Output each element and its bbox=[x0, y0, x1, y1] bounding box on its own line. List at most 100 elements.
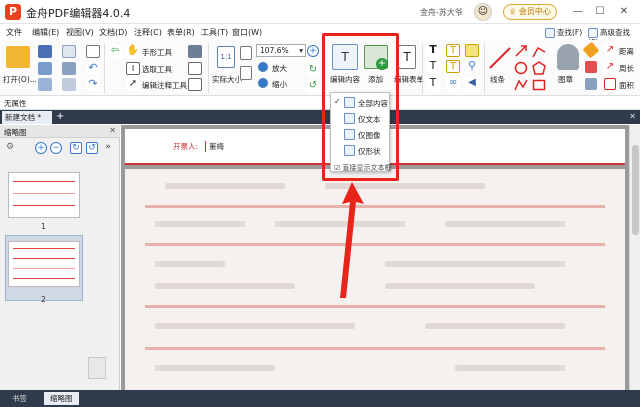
zoom-in-thumb-icon[interactable]: + bbox=[35, 142, 47, 154]
tab-bookmarks[interactable]: 书签 bbox=[6, 392, 33, 405]
panel-close-icon[interactable]: ✕ bbox=[109, 126, 116, 135]
find-button[interactable]: 查找(F) bbox=[545, 27, 582, 38]
close-button[interactable]: ✕ bbox=[616, 4, 632, 20]
divider bbox=[484, 44, 485, 94]
thumb-line bbox=[13, 181, 75, 182]
document-page bbox=[125, 169, 625, 390]
rotate-back-icon[interactable]: ↺ bbox=[307, 80, 319, 92]
vip-center-button[interactable]: ♕ 会员中心 bbox=[503, 4, 557, 20]
menu-file[interactable]: 文件 bbox=[6, 27, 22, 38]
menu-comment[interactable]: 注释(C) bbox=[134, 27, 162, 38]
chevron-down-icon: ▾ bbox=[299, 46, 303, 55]
fit-width-icon[interactable] bbox=[240, 66, 252, 80]
polyline-tool-icon[interactable] bbox=[532, 44, 546, 58]
perimeter-button[interactable]: 周长 bbox=[619, 63, 634, 74]
highlight-text-icon[interactable]: T bbox=[446, 60, 460, 73]
ribbon-toolbar: 打开(O)... ↶ ↷ ⇦ ✋ 手形工具 I 选取工具 ➚ 编辑注释工具 1:… bbox=[0, 40, 640, 96]
actual-size-button[interactable]: 实际大小 bbox=[212, 74, 242, 85]
page-thumbnail-1[interactable] bbox=[8, 172, 80, 218]
open-button[interactable]: 打开(O)... bbox=[3, 74, 37, 85]
folder-icon[interactable] bbox=[6, 46, 30, 68]
save-icon[interactable] bbox=[38, 45, 52, 58]
zoom-select[interactable]: 107.6% ▾ bbox=[256, 44, 306, 57]
divider bbox=[208, 44, 209, 94]
menu-window[interactable]: 窗口(W) bbox=[232, 27, 262, 38]
ruler-icon[interactable] bbox=[585, 78, 597, 90]
vip-label: 会员中心 bbox=[518, 7, 551, 16]
minimize-button[interactable]: — bbox=[570, 4, 586, 20]
polygon-line-icon[interactable] bbox=[514, 78, 528, 92]
scan-icon[interactable] bbox=[62, 78, 76, 91]
user-name[interactable]: 金舟-苏大爷 bbox=[420, 7, 463, 18]
circle-tool-icon[interactable] bbox=[514, 61, 528, 75]
menu-form[interactable]: 表单(R) bbox=[167, 27, 195, 38]
undo-icon[interactable]: ↶ bbox=[86, 62, 100, 75]
select-tool-button[interactable]: 选取工具 bbox=[142, 64, 172, 75]
fit-page-icon[interactable] bbox=[240, 46, 252, 60]
distance-icon: ↗ bbox=[604, 44, 616, 56]
red-arrow-icon bbox=[340, 182, 364, 298]
rotate-thumb-icon[interactable]: ↻ bbox=[70, 142, 82, 154]
vertical-scrollbar[interactable] bbox=[629, 125, 640, 390]
pentagon-tool-icon[interactable] bbox=[532, 61, 546, 75]
zoom-value: 107.6% bbox=[260, 46, 289, 55]
area-button[interactable]: 面积 bbox=[619, 80, 634, 91]
menu-edit[interactable]: 编辑(E) bbox=[32, 27, 59, 38]
maximize-button[interactable]: ☐ bbox=[592, 4, 608, 20]
arrow-tool-icon[interactable] bbox=[514, 44, 528, 58]
eraser-icon[interactable] bbox=[585, 61, 597, 73]
save-as-icon[interactable] bbox=[38, 62, 52, 75]
distance-button[interactable]: 距离 bbox=[619, 46, 634, 57]
scrollbar-thumb[interactable] bbox=[632, 145, 639, 235]
stamp-button[interactable]: 图章 bbox=[558, 74, 573, 85]
snapshot-icon[interactable] bbox=[188, 78, 202, 91]
zoom-out-thumb-icon[interactable]: − bbox=[50, 142, 62, 154]
sound-icon[interactable]: ◀ bbox=[465, 77, 479, 90]
text-tool-icon[interactable]: T bbox=[426, 44, 440, 57]
chevron-double-down-icon[interactable]: » bbox=[102, 142, 114, 154]
blurred-rule bbox=[145, 347, 605, 350]
page-thumbnail-2[interactable] bbox=[8, 241, 80, 287]
back-icon[interactable]: ⇦ bbox=[108, 45, 122, 58]
zoom-out-button[interactable]: 缩小 bbox=[272, 79, 287, 90]
camera-icon[interactable] bbox=[188, 45, 202, 58]
add-tab-button[interactable]: + bbox=[56, 111, 64, 123]
close-tab-icon[interactable]: ✕ bbox=[629, 111, 636, 123]
crown-icon: ♕ bbox=[509, 7, 517, 16]
menu-document[interactable]: 文档(D) bbox=[99, 27, 127, 38]
zoom-in-button[interactable]: 放大 bbox=[272, 63, 287, 74]
text-box-icon[interactable]: T bbox=[426, 60, 440, 73]
tab-thumbnails[interactable]: 缩略图 bbox=[44, 392, 79, 405]
gear-icon[interactable]: ⚙ bbox=[4, 142, 16, 154]
blurred-rule bbox=[145, 305, 605, 308]
print-icon[interactable] bbox=[62, 62, 76, 75]
hand-tool-button[interactable]: 手形工具 bbox=[142, 47, 172, 58]
link-icon[interactable]: ∞ bbox=[446, 77, 460, 90]
zoom-plus-icon[interactable]: + bbox=[307, 45, 319, 57]
callout-icon[interactable]: T bbox=[426, 77, 440, 90]
typewriter-icon[interactable]: T bbox=[446, 44, 460, 57]
mail-icon[interactable] bbox=[62, 45, 76, 58]
rectangle-tool-icon[interactable] bbox=[532, 78, 546, 92]
property-label: 无属性 bbox=[4, 99, 27, 108]
pencil-icon[interactable] bbox=[582, 41, 600, 59]
edit-annotation-tool-button[interactable]: 编辑注释工具 bbox=[142, 80, 187, 91]
attach-icon[interactable]: ⚲ bbox=[465, 60, 479, 73]
menu-tools[interactable]: 工具(T) bbox=[201, 27, 228, 38]
page-icon[interactable] bbox=[86, 45, 100, 58]
redo-icon[interactable]: ↷ bbox=[86, 78, 100, 91]
blurred-content bbox=[385, 261, 565, 267]
rotate-icon[interactable]: ↻ bbox=[307, 64, 319, 76]
print-small-icon[interactable] bbox=[38, 78, 52, 91]
lines-button[interactable]: 线条 bbox=[490, 74, 505, 85]
tab-new-document[interactable]: 新建文档 * bbox=[2, 111, 52, 124]
panel-toolbar: ⚙ + − ↻ ↺ » bbox=[0, 139, 120, 157]
rotate-thumb-back-icon[interactable]: ↺ bbox=[86, 142, 98, 154]
thumb-line bbox=[13, 278, 75, 279]
menu-view[interactable]: 视图(V) bbox=[66, 27, 94, 38]
text-select-icon[interactable] bbox=[188, 62, 202, 75]
thumb-line bbox=[13, 193, 75, 194]
avatar[interactable]: ☺ bbox=[474, 3, 492, 21]
blurred-content bbox=[445, 221, 565, 227]
note-icon[interactable] bbox=[465, 44, 479, 57]
